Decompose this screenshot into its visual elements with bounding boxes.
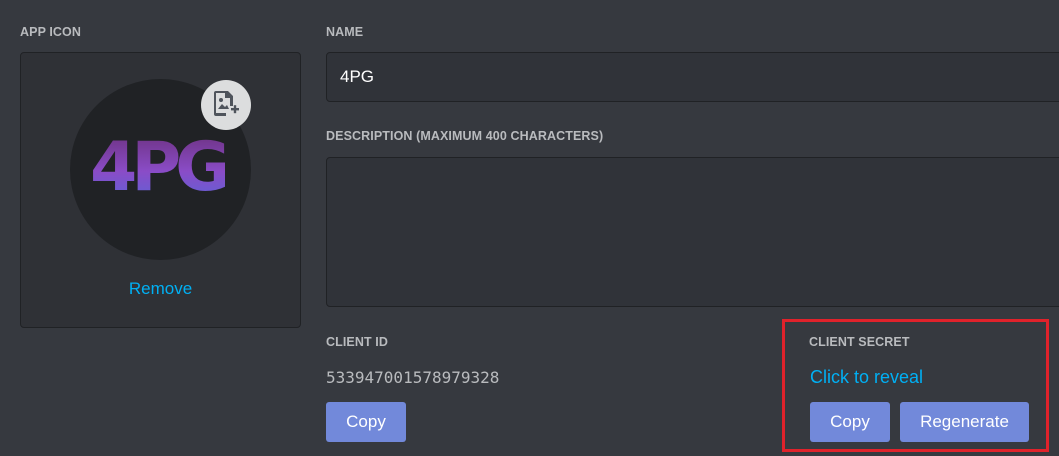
name-input[interactable]: 4PG xyxy=(326,52,1059,102)
client-id-label: CLIENT ID xyxy=(326,335,389,349)
client-id-value: 533947001578979328 xyxy=(326,368,500,387)
upload-image-button[interactable] xyxy=(201,80,251,130)
remove-icon-link[interactable]: Remove xyxy=(21,279,300,299)
name-label: NAME xyxy=(326,25,364,39)
description-textarea[interactable] xyxy=(326,157,1059,307)
app-icon-label: APP ICON xyxy=(20,25,81,39)
app-icon-panel: 4PG Remove xyxy=(20,52,301,328)
highlight-box xyxy=(782,319,1049,452)
copy-client-id-button[interactable]: Copy xyxy=(326,402,406,442)
description-label: DESCRIPTION (MAXIMUM 400 CHARACTERS) xyxy=(326,129,604,143)
avatar-text: 4PG xyxy=(90,128,231,207)
image-add-icon xyxy=(211,88,241,123)
